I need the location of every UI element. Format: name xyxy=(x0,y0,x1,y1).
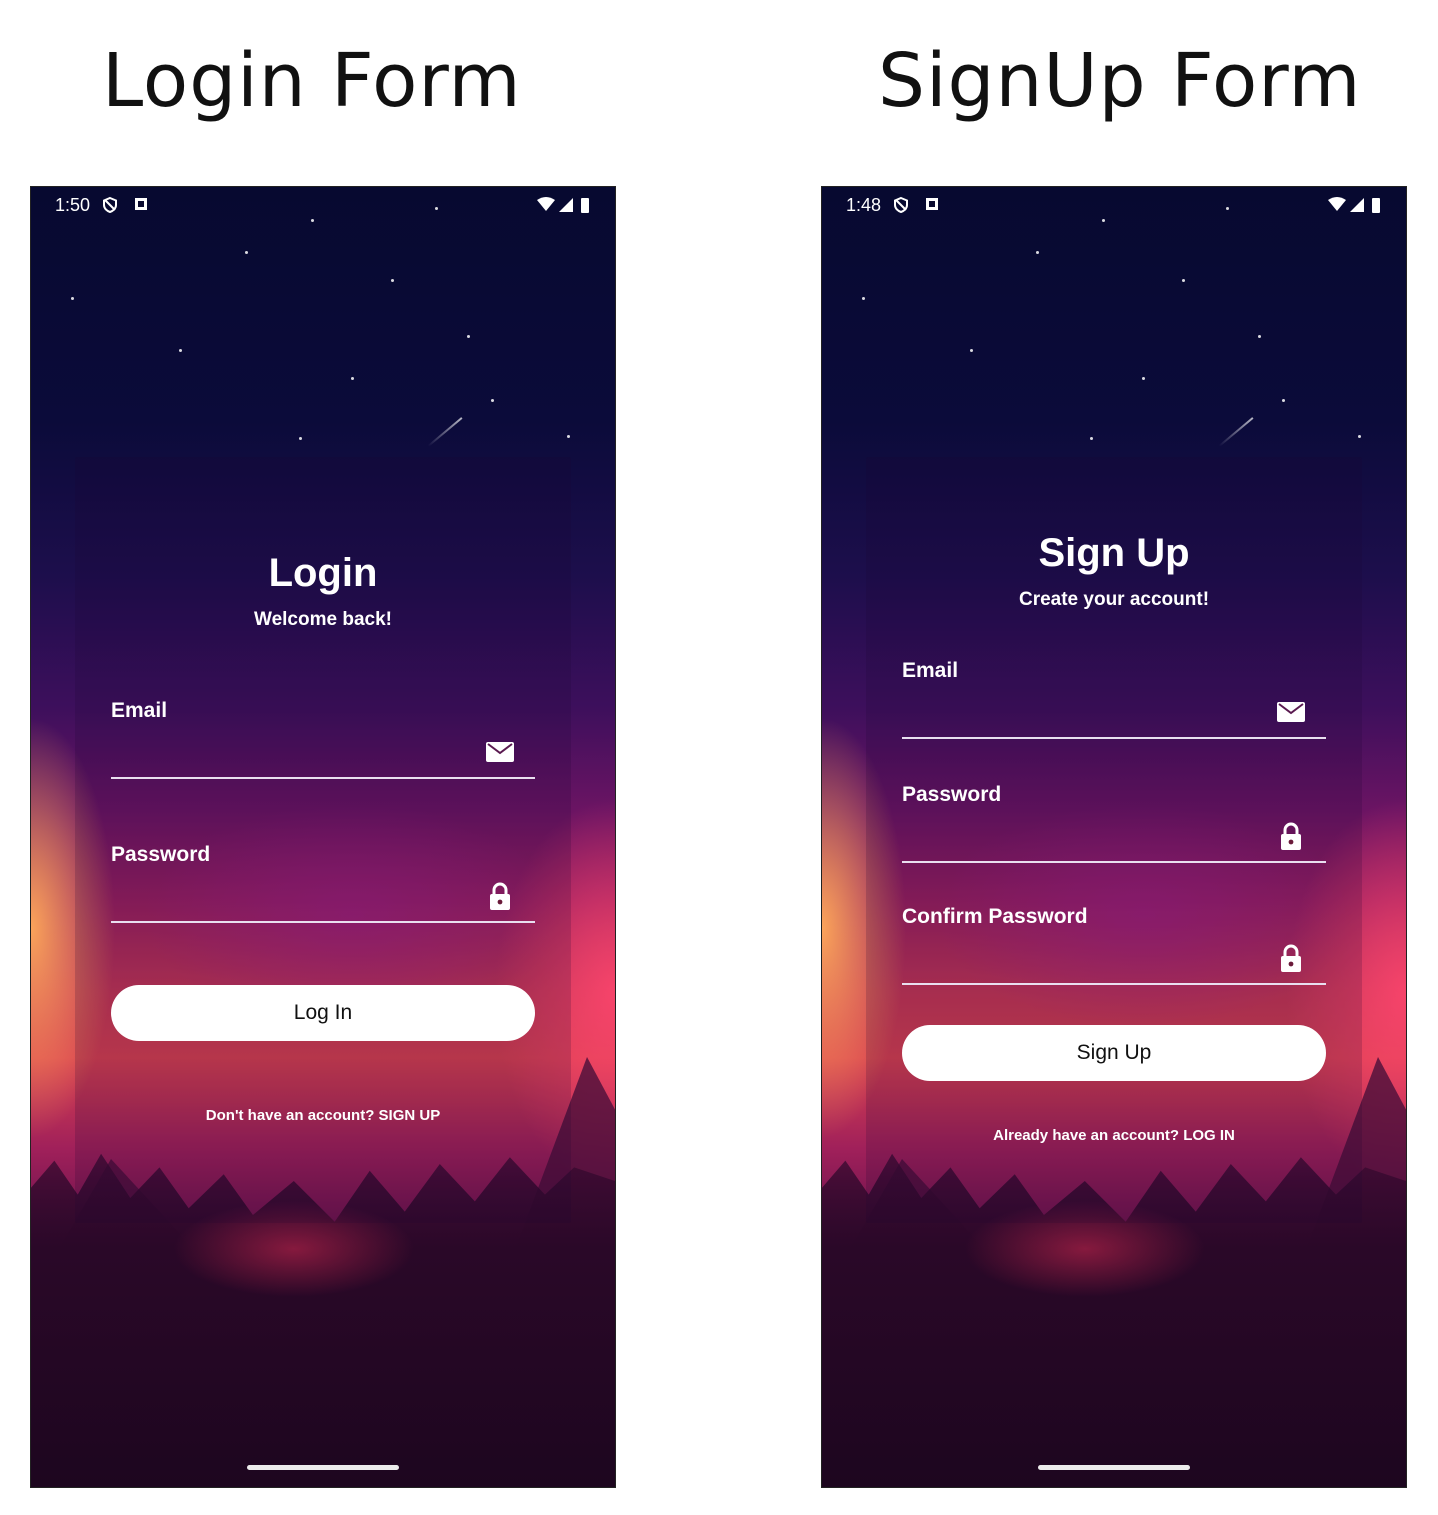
password-input[interactable] xyxy=(111,873,495,913)
signal-icon xyxy=(1350,198,1364,212)
page-subtitle: Create your account! xyxy=(1018,589,1210,610)
password-field[interactable]: Password xyxy=(902,783,1326,863)
login-link[interactable]: Already have an account? LOG IN xyxy=(993,1127,1235,1144)
mail-icon xyxy=(486,742,514,762)
password-label: Password xyxy=(111,843,211,866)
email-input[interactable] xyxy=(111,729,495,769)
status-time: 1:48 xyxy=(846,195,882,215)
signal-icon xyxy=(559,198,573,212)
email-input[interactable] xyxy=(902,689,1286,729)
home-indicator[interactable] xyxy=(247,1465,399,1470)
sim-icon xyxy=(135,198,147,210)
password-field[interactable]: Password xyxy=(111,843,535,923)
password-label: Password xyxy=(902,783,1002,806)
signup-button[interactable]: Sign Up xyxy=(902,1025,1326,1081)
confirm-password-underline xyxy=(902,983,1326,985)
wifi-icon xyxy=(1328,197,1346,211)
login-form-heading: Login Form xyxy=(102,38,522,124)
login-link-text: Already have an account? LOG IN xyxy=(822,1127,1406,1144)
email-label: Email xyxy=(902,659,959,682)
password-input[interactable] xyxy=(902,813,1286,853)
home-indicator[interactable] xyxy=(1038,1465,1190,1470)
lock-icon xyxy=(490,882,510,910)
shield-icon xyxy=(103,196,117,214)
lock-icon xyxy=(1281,944,1301,972)
login-button[interactable]: Log In xyxy=(111,985,535,1041)
status-right xyxy=(535,195,595,220)
status-time: 1:50 xyxy=(55,195,91,215)
password-underline xyxy=(111,921,535,923)
wifi-icon xyxy=(537,197,555,211)
battery-icon xyxy=(581,198,589,213)
signup-form-heading: SignUp Form xyxy=(878,38,1362,124)
mail-icon xyxy=(1277,702,1305,722)
signup-phone-screen: 1:48 Sign Up Create your account! Email … xyxy=(821,186,1407,1488)
email-underline xyxy=(902,737,1326,739)
confirm-password-input[interactable] xyxy=(902,935,1286,975)
status-bar: 1:48 xyxy=(846,195,1386,217)
status-bar: 1:50 xyxy=(55,195,595,217)
login-phone-screen: 1:50 Login Welcome back! Email Password xyxy=(30,186,616,1488)
signup-link[interactable]: Don't have an account? SIGN UP xyxy=(206,1107,440,1124)
page-title: Sign Up xyxy=(1038,531,1190,575)
email-label: Email xyxy=(111,699,168,722)
email-underline xyxy=(111,777,535,779)
page-subtitle: Welcome back! xyxy=(254,609,392,630)
password-underline xyxy=(902,861,1326,863)
confirm-password-field[interactable]: Confirm Password xyxy=(902,905,1326,985)
email-field[interactable]: Email xyxy=(902,659,1326,739)
shield-icon xyxy=(894,196,908,214)
sim-icon xyxy=(926,198,938,210)
signup-link-text: Don't have an account? SIGN UP xyxy=(31,1107,615,1124)
confirm-password-label: Confirm Password xyxy=(902,905,1088,928)
status-right xyxy=(1326,195,1386,220)
page-title: Login xyxy=(268,551,378,595)
lock-icon xyxy=(1281,822,1301,850)
email-field[interactable]: Email xyxy=(111,699,535,779)
battery-icon xyxy=(1372,198,1380,213)
